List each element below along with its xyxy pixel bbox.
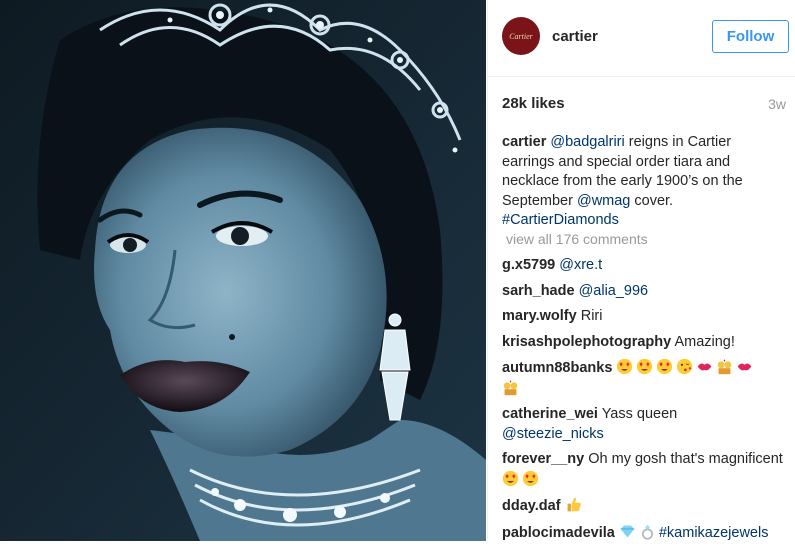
comment-username[interactable]: g.x5799: [502, 257, 555, 273]
heart-eyes-emoji-icon: [617, 358, 633, 375]
avatar-logo-text: Cartier: [509, 31, 533, 41]
heart-eyes-emoji-icon: [637, 358, 653, 375]
comment-hashtag[interactable]: #kamikazejewels: [659, 525, 769, 541]
comment-username[interactable]: sarh_hade: [502, 283, 575, 299]
view-all-comments-link[interactable]: view all 176 comments: [506, 231, 648, 247]
post-photo[interactable]: [0, 0, 486, 541]
comment-text: Riri: [580, 308, 603, 324]
kiss-lips-emoji-icon: [698, 363, 712, 371]
comment-text: Oh my gosh that's magnificent: [588, 451, 783, 467]
caption-hashtag[interactable]: #CartierDiamonds: [502, 212, 619, 228]
post-caption: cartier @badgalriri reigns in Cartier ea…: [502, 133, 787, 231]
kiss-lips-emoji-icon: [738, 363, 752, 371]
comment-mention[interactable]: @steezie_nicks: [502, 426, 604, 442]
comment-username[interactable]: forever__ny: [502, 451, 584, 467]
heart-eyes-emoji-icon: [502, 470, 519, 486]
comment: mary.wolfy Riri: [502, 307, 792, 327]
likes-count[interactable]: 28k likes: [502, 95, 565, 112]
comment-text: Amazing!: [674, 333, 735, 350]
header-divider: [488, 76, 795, 77]
caption-username[interactable]: cartier: [502, 134, 546, 150]
heart-eyes-emoji-icon: [522, 470, 539, 486]
comment: forever__ny Oh my gosh that's magnificen…: [502, 450, 792, 490]
comment: krisashpolephotography Amazing!: [502, 333, 792, 353]
heart-eyes-emoji-icon: [657, 358, 673, 375]
kiss-face-emoji-icon: [677, 358, 693, 375]
thumbs-up-emoji-icon: [567, 497, 581, 512]
comment-mention[interactable]: @xre.t: [559, 257, 602, 273]
caption-text: cover.: [630, 192, 674, 209]
comment: pablocimadevila #kamikazejewels: [502, 523, 792, 544]
gem-emoji-icon: [620, 525, 635, 537]
comment-username[interactable]: mary.wolfy: [502, 308, 577, 324]
comment: g.x5799 @xre.t: [502, 256, 792, 276]
couple-kiss-emoji-icon: [718, 359, 732, 375]
comment-username[interactable]: krisashpolephotography: [502, 334, 671, 350]
caption-mention[interactable]: @wmag: [577, 193, 630, 209]
comment-username[interactable]: pablocimadevila: [502, 525, 615, 541]
ring-emoji-icon: [641, 524, 653, 540]
comment-username[interactable]: autumn88banks: [502, 360, 612, 376]
avatar[interactable]: Cartier: [502, 17, 540, 55]
portrait-image: [0, 0, 486, 541]
comment-mention[interactable]: @alia_996: [579, 283, 649, 299]
instagram-post: Cartier cartier Follow 28k likes 3w cart…: [0, 0, 795, 541]
post-header: Cartier cartier Follow: [502, 13, 794, 59]
couple-kiss-emoji-icon: [503, 379, 518, 395]
comment-text: Yass queen: [601, 406, 678, 422]
account-username[interactable]: cartier: [552, 28, 712, 45]
comment-username[interactable]: dday.daf: [502, 498, 561, 514]
follow-button[interactable]: Follow: [712, 19, 789, 53]
comment: dday.daf: [502, 496, 792, 517]
time-ago[interactable]: 3w: [768, 96, 786, 112]
caption-mention[interactable]: @badgalriri: [550, 134, 624, 150]
comment: autumn88banks: [502, 358, 792, 399]
comment-username[interactable]: catherine_wei: [502, 406, 598, 422]
comment: sarh_hade @alia_996: [502, 282, 792, 302]
post-sidebar: Cartier cartier Follow 28k likes 3w cart…: [487, 0, 795, 541]
comments-list: g.x5799 @xre.t sarh_hade @alia_996 mary.…: [502, 256, 792, 549]
comment: catherine_wei Yass queen @steezie_nicks: [502, 405, 792, 444]
